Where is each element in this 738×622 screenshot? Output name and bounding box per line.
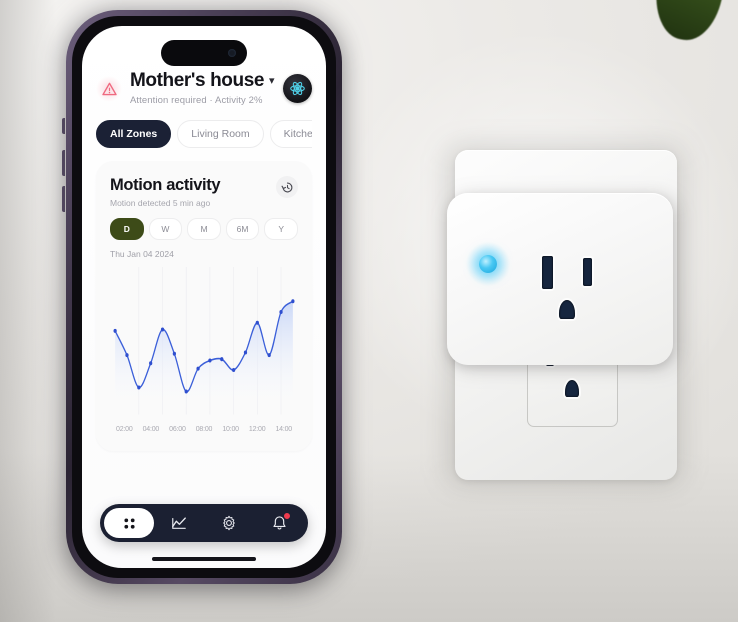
range-selector: D W M 6M Y xyxy=(110,218,298,240)
front-camera-icon xyxy=(228,49,236,57)
header-subtitle: Attention required · Activity 2% xyxy=(130,95,263,106)
x-tick-label: 06:00 xyxy=(169,426,186,433)
x-tick-label: 10:00 xyxy=(222,426,239,433)
grid-apps-icon xyxy=(123,517,135,529)
range-day[interactable]: D xyxy=(110,218,144,240)
header-text-block: Mother's house ▾ Attention required · Ac… xyxy=(130,70,275,106)
volume-down-button[interactable] xyxy=(62,186,65,212)
plug-ground-hole xyxy=(559,300,575,319)
bottom-nav-bar xyxy=(100,504,308,542)
nav-item-settings[interactable] xyxy=(204,508,254,538)
page-title: Mother's house xyxy=(130,70,265,91)
motion-activity-chart[interactable]: 02:00 04:00 06:00 08:00 10:00 12:00 14:00 xyxy=(110,267,298,442)
title-row[interactable]: Mother's house ▾ xyxy=(130,70,275,92)
zone-tab-kitchen[interactable]: Kitchen xyxy=(269,120,312,148)
zone-tab-all-zones[interactable]: All Zones xyxy=(96,120,172,148)
x-tick-label: 04:00 xyxy=(142,426,160,433)
range-week[interactable]: W xyxy=(148,218,183,240)
x-tick-label: 14:00 xyxy=(275,426,292,433)
atom-logo-icon xyxy=(290,81,305,96)
card-title-block: Motion activity Motion detected 5 min ag… xyxy=(110,176,221,208)
volume-up-button[interactable] xyxy=(62,150,65,176)
nav-item-dashboard[interactable] xyxy=(104,508,154,538)
range-year[interactable]: Y xyxy=(264,218,298,240)
zone-tab-living-room[interactable]: Living Room xyxy=(177,120,264,148)
plug-status-led-icon[interactable] xyxy=(479,255,497,273)
chart-date: Thu Jan 04 2024 xyxy=(110,249,174,259)
x-tick-label: 02:00 xyxy=(116,426,133,433)
card-subtitle: Motion detected 5 min ago xyxy=(110,198,211,208)
bottom-nav-wrapper xyxy=(82,504,326,542)
notification-badge xyxy=(283,512,291,520)
gear-settings-icon xyxy=(223,515,235,531)
nav-item-analytics[interactable] xyxy=(154,508,204,538)
chart-svg xyxy=(113,267,295,415)
history-clock-icon[interactable] xyxy=(276,176,298,198)
phone-bezel: Mother's house ▾ Attention required · Ac… xyxy=(72,16,336,578)
x-tick-label: 08:00 xyxy=(195,426,213,433)
plug-slot-right xyxy=(583,258,592,286)
plug-slot-left xyxy=(542,256,553,289)
motion-activity-card: Motion activity Motion detected 5 min ag… xyxy=(96,161,312,451)
home-indicator[interactable] xyxy=(152,557,256,561)
ring-switch-button[interactable] xyxy=(62,118,65,134)
range-6-months[interactable]: 6M xyxy=(225,218,260,240)
chevron-down-icon[interactable]: ▾ xyxy=(269,74,275,87)
zone-tabs: All Zones Living Room Kitchen Bath xyxy=(96,120,312,148)
chart-x-axis: 02:00 04:00 06:00 08:00 10:00 12:00 14:00 xyxy=(110,426,298,433)
warning-triangle-icon xyxy=(96,76,122,102)
app-header: Mother's house ▾ Attention required · Ac… xyxy=(96,26,312,106)
avatar[interactable] xyxy=(283,74,312,103)
smartphone: Mother's house ▾ Attention required · Ac… xyxy=(66,10,342,584)
card-title: Motion activity xyxy=(110,176,221,194)
smart-home-app: Mother's house ▾ Attention required · Ac… xyxy=(82,26,326,568)
card-header: Motion activity Motion detected 5 min ag… xyxy=(110,176,298,208)
nav-item-notifications[interactable] xyxy=(254,508,304,538)
phone-screen[interactable]: Mother's house ▾ Attention required · Ac… xyxy=(82,26,326,568)
line-chart-icon xyxy=(172,517,186,529)
photo-scene: Mother's house ▾ Attention required · Ac… xyxy=(0,0,738,622)
socket-ground-hole xyxy=(565,380,579,397)
range-month[interactable]: M xyxy=(187,218,221,240)
x-tick-label: 12:00 xyxy=(248,426,266,433)
dynamic-island xyxy=(161,40,247,66)
